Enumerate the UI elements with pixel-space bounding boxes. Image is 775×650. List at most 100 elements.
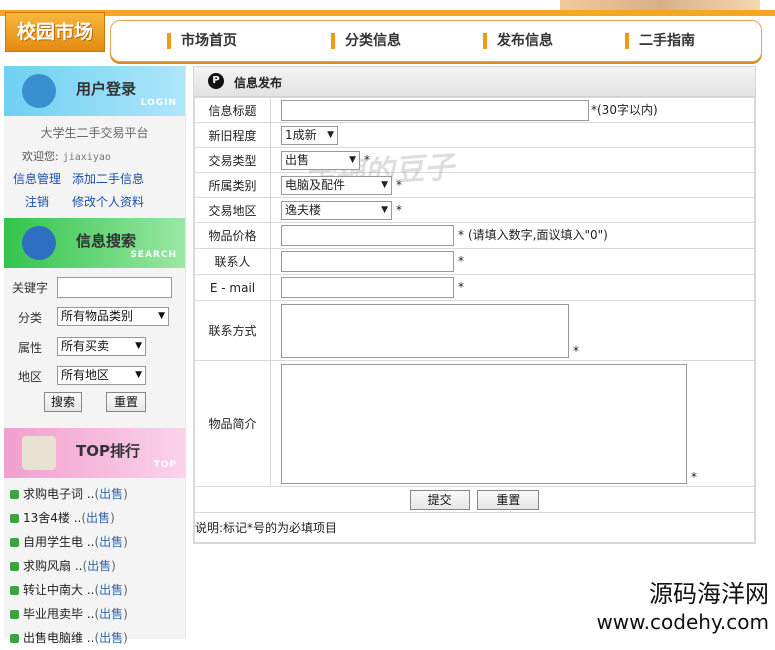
list-item[interactable]: 转让中南大 ..(出售) <box>4 578 185 602</box>
site-logo[interactable]: 校园市场 <box>5 12 105 52</box>
region-select-value: 所有地区 <box>61 368 110 382</box>
users-icon <box>22 74 56 108</box>
required-mark: * <box>458 254 464 268</box>
search-title: 信息搜索 <box>76 232 137 250</box>
bullet-icon <box>10 490 19 499</box>
region-form-select[interactable]: 逸夫楼 ▼ <box>281 200 392 220</box>
search-button[interactable]: 搜索 <box>44 392 82 412</box>
list-item[interactable]: 求购风扇 ..(出售) <box>4 554 185 578</box>
link-logout[interactable]: 注销 <box>25 193 49 210</box>
top-title: TOP排行 <box>76 442 140 460</box>
publish-panel: P 信息发布 金银的豆子 信息标题 *(30字以内) 新旧程度 1成新 ▼ 交易类… <box>193 66 756 544</box>
panel-header: P 信息发布 <box>194 67 755 97</box>
bullet-icon <box>10 538 19 547</box>
nav-guide[interactable]: 二手指南 <box>625 31 695 51</box>
email-label: E - mail <box>194 274 271 301</box>
chevron-down-icon: ▼ <box>135 341 142 351</box>
list-item-tag: 出售 <box>99 631 124 645</box>
login-title: 用户登录 <box>76 80 137 98</box>
type-select[interactable]: 出售 ▼ <box>281 150 360 170</box>
reset-button[interactable]: 重置 <box>477 489 540 510</box>
watermark-line1: 源码海洋网 <box>649 580 769 608</box>
link-info-manage[interactable]: 信息管理 <box>13 170 61 187</box>
site-watermark: 源码海洋网 www.codehy.com <box>596 580 769 636</box>
category-select[interactable]: 所有物品类别 ▼ <box>57 307 169 326</box>
email-field[interactable] <box>281 277 454 298</box>
intro-textarea[interactable] <box>281 363 687 484</box>
header-strip <box>0 10 775 16</box>
top-list: 求购电子词 ..(出售) 13舍4楼 ..(出售) 自用学生电 ..(出售) 求… <box>4 482 185 650</box>
category-label: 分类 <box>18 311 43 325</box>
region-label: 地区 <box>18 370 43 384</box>
magnifier-icon <box>22 226 56 260</box>
price-input[interactable] <box>281 225 454 246</box>
required-mark: * <box>458 280 464 294</box>
submit-button[interactable]: 提交 <box>409 489 470 510</box>
price-hint: (请填入数字,面议填入"0") <box>468 228 608 242</box>
list-item[interactable]: 出售电脑维 ..(出售) <box>4 626 185 650</box>
keyword-input[interactable] <box>57 277 172 298</box>
watermark-line2: www.codehy.com <box>596 610 769 634</box>
category-label: 所属类别 <box>194 172 271 198</box>
link-edit-profile[interactable]: 修改个人资料 <box>72 193 144 210</box>
list-item[interactable]: 毕业甩卖毕 ..(出售) <box>4 602 185 626</box>
nav-category[interactable]: 分类信息 <box>331 31 401 51</box>
sidebar: 用户登录 LOGIN 大学生二手交易平台 欢迎您: jiaxiyao 信息管理 添… <box>4 66 186 645</box>
login-header: 用户登录 LOGIN <box>4 66 185 116</box>
publish-form: 信息标题 *(30字以内) 新旧程度 1成新 ▼ 交易类型 出售 ▼ * 所属类别 电… <box>194 97 755 543</box>
nav-home[interactable]: 市场首页 <box>167 31 237 51</box>
condition-label: 新旧程度 <box>194 122 271 148</box>
intro-label: 物品简介 <box>194 360 271 487</box>
search-header: 信息搜索 SEARCH <box>4 218 185 268</box>
list-item-tag: 出售 <box>99 583 124 597</box>
platform-name: 大学生二手交易平台 <box>40 126 149 140</box>
link-add-item[interactable]: 添加二手信息 <box>72 170 144 187</box>
list-item-text: 转让中南大 .. <box>23 583 95 597</box>
login-subtitle: LOGIN <box>140 98 177 108</box>
region-form-label: 交易地区 <box>194 197 271 223</box>
list-item[interactable]: 求购电子词 ..(出售) <box>4 482 185 506</box>
list-item-text: 求购电子词 .. <box>23 487 95 501</box>
top-subtitle: TOP <box>153 460 177 470</box>
list-item-text: 求购风扇 .. <box>23 559 83 573</box>
list-item[interactable]: 13舍4楼 ..(出售) <box>4 506 185 530</box>
contact-method-label: 联系方式 <box>194 300 271 361</box>
attr-select-value: 所有买卖 <box>61 339 110 353</box>
contact-method-textarea[interactable] <box>281 303 569 358</box>
main-nav: 市场首页 分类信息 发布信息 二手指南 <box>110 20 762 62</box>
search-panel: 关键字 分类 所有物品类别 ▼ 属性 所有买卖 ▼ 地区 所有地区 ▼ 搜索 重置 <box>4 268 185 428</box>
title-label: 信息标题 <box>194 97 271 123</box>
category-select-value: 所有物品类别 <box>61 309 134 323</box>
top-header: TOP排行 TOP <box>4 428 185 478</box>
list-item-tag: 出售 <box>86 511 111 525</box>
region-select[interactable]: 所有地区 ▼ <box>57 366 146 385</box>
condition-select-value: 1成新 <box>285 127 317 142</box>
type-label: 交易类型 <box>194 147 271 173</box>
attr-label: 属性 <box>18 341 43 355</box>
p-icon: P <box>208 73 224 89</box>
required-mark: * <box>458 228 464 242</box>
bullet-icon <box>10 514 19 523</box>
chevron-down-icon: ▼ <box>158 311 165 321</box>
title-input[interactable] <box>281 99 589 121</box>
required-mark: * <box>691 469 697 484</box>
list-item-text: 毕业甩卖毕 .. <box>23 607 95 621</box>
chevron-down-icon: ▼ <box>327 129 334 140</box>
attr-select[interactable]: 所有买卖 ▼ <box>57 337 146 356</box>
list-item-tag: 出售 <box>87 559 112 573</box>
username: jiaxiyao <box>62 152 111 163</box>
required-mark: * <box>573 343 579 358</box>
category-form-select-value: 电脑及配件 <box>285 177 346 192</box>
title-hint: *(30字以内) <box>591 102 658 117</box>
condition-select[interactable]: 1成新 ▼ <box>281 125 338 145</box>
keyword-label: 关键字 <box>12 281 49 295</box>
reset-search-button[interactable]: 重置 <box>106 392 146 412</box>
price-label: 物品价格 <box>194 222 271 249</box>
bullet-icon <box>10 610 19 619</box>
welcome-text: 欢迎您: jiaxiyao <box>22 148 111 164</box>
contact-input[interactable] <box>281 251 454 272</box>
nav-publish[interactable]: 发布信息 <box>483 31 553 51</box>
document-icon <box>22 436 56 470</box>
list-item[interactable]: 自用学生电 ..(出售) <box>4 530 185 554</box>
category-form-select[interactable]: 电脑及配件 ▼ <box>281 175 392 195</box>
